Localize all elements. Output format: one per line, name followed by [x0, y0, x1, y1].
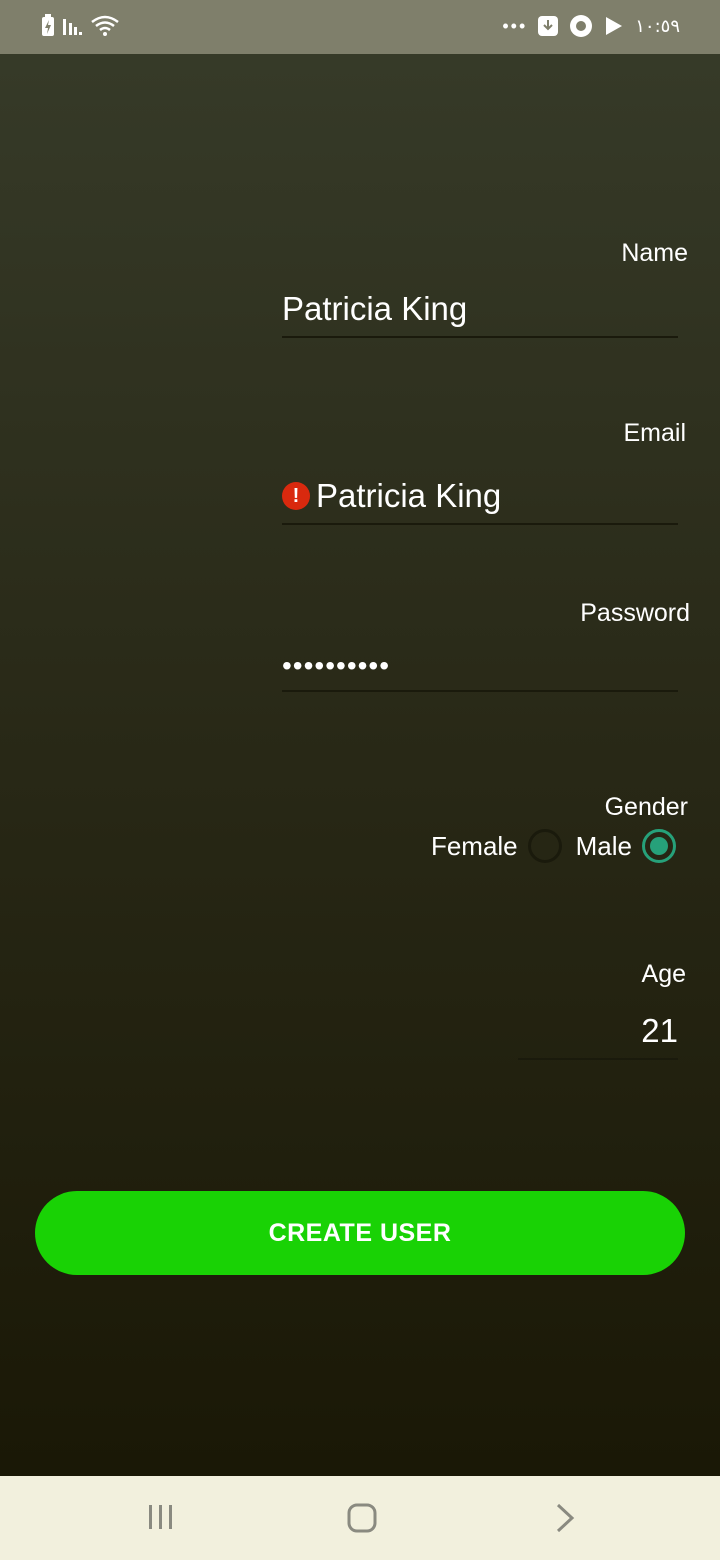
recent-apps-icon[interactable]	[146, 1502, 176, 1532]
signal-icon	[63, 19, 82, 35]
download-icon	[538, 16, 559, 36]
email-field[interactable]: ! Patricia King	[282, 477, 678, 525]
wifi-icon	[91, 15, 119, 36]
password-field[interactable]: ••••••••••	[282, 650, 678, 692]
gender-male-radio[interactable]	[642, 829, 676, 863]
error-icon: !	[282, 482, 310, 510]
clock: ١٠:٥٩	[635, 15, 680, 37]
gender-male-label: Male	[575, 830, 632, 861]
name-field[interactable]: Patricia King	[282, 290, 678, 338]
status-left	[40, 14, 120, 38]
form-screen: Name Patricia King Email ! Patricia King…	[0, 54, 720, 1476]
app-icon	[570, 15, 593, 37]
password-label: Password	[580, 599, 690, 627]
gender-female-label: Female	[430, 830, 518, 861]
create-user-button[interactable]: CREATE USER	[35, 1191, 685, 1275]
password-value: ••••••••••	[282, 650, 391, 681]
status-right: ••• ١٠:٥٩	[502, 14, 680, 38]
gender-label: Gender	[604, 793, 688, 821]
age-label: Age	[641, 960, 686, 988]
status-bar: ••• ١٠:٥٩	[0, 0, 720, 54]
battery-charging-icon	[42, 14, 54, 36]
gender-female-radio[interactable]	[527, 829, 562, 863]
age-value: 21	[641, 1012, 678, 1049]
back-icon[interactable]	[550, 1502, 580, 1534]
more-dots: •••	[502, 15, 528, 36]
name-label: Name	[621, 239, 688, 267]
email-label: Email	[623, 419, 686, 447]
email-value: Patricia King	[316, 477, 502, 514]
play-store-icon	[606, 17, 623, 35]
gender-radio-group: Female Male	[431, 829, 676, 863]
age-field[interactable]: 21	[518, 1012, 678, 1060]
navigation-bar	[0, 1476, 720, 1560]
radio-selected-dot	[650, 837, 668, 855]
name-value: Patricia King	[282, 290, 468, 327]
home-icon[interactable]	[346, 1502, 378, 1534]
